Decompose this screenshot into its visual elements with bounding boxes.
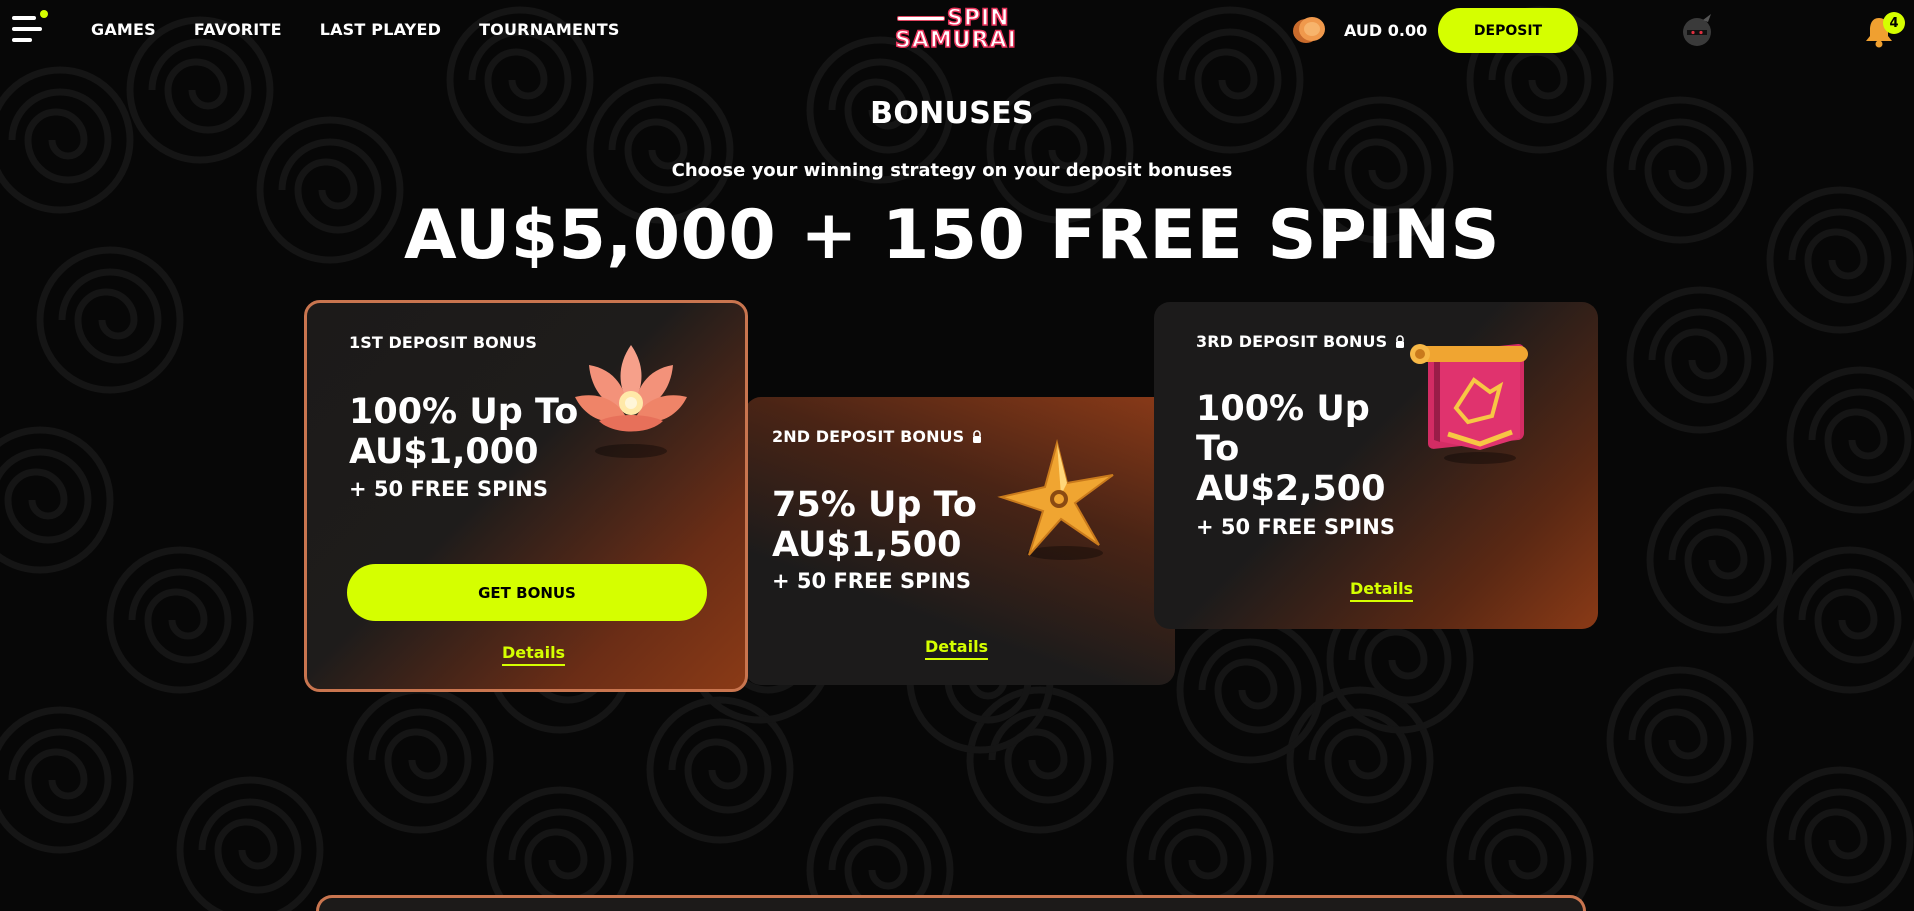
card-label: 1ST DEPOSIT BONUS — [349, 333, 538, 352]
lock-icon — [973, 430, 982, 443]
page-subtitle: Choose your winning strategy on your dep… — [671, 160, 1233, 181]
get-bonus-button[interactable]: GET BONUS — [347, 564, 707, 621]
top-header: GAMES FAVORITE LAST PLAYED TOURNAMENTS S… — [0, 0, 1914, 60]
avatar[interactable] — [1681, 12, 1715, 48]
card-offer: 75% Up To AU$1,500 — [772, 485, 977, 565]
deposit-button[interactable]: DEPOSIT — [1438, 8, 1578, 53]
details-link[interactable]: Details — [1350, 579, 1414, 602]
nav-games[interactable]: GAMES — [91, 20, 156, 39]
nav-favorite[interactable]: FAVORITE — [194, 20, 282, 39]
main-nav: GAMES FAVORITE LAST PLAYED TOURNAMENTS — [91, 20, 620, 39]
balance-amount: AUD 0.00 — [1344, 21, 1428, 40]
nav-tournaments[interactable]: TOURNAMENTS — [479, 20, 619, 39]
card-spins: + 50 FREE SPINS — [772, 569, 971, 593]
bonus-card-2: 2ND DEPOSIT BONUS 75% Up To AU$1,500 + 5… — [745, 397, 1175, 685]
details-link[interactable]: Details — [502, 643, 566, 666]
logo-text-top: SPIN — [946, 6, 1010, 31]
page-title: BONUSES — [870, 96, 1034, 131]
bonus-headline: AU$5,000 + 150 FREE SPINS — [404, 196, 1500, 275]
bonus-card-1: 1ST DEPOSIT BONUS 100% Up To AU$1,000 + … — [304, 300, 748, 692]
card-label: 2ND DEPOSIT BONUS — [772, 427, 982, 446]
next-section-card — [316, 895, 1586, 911]
card-label: 3RD DEPOSIT BONUS — [1196, 332, 1405, 351]
sword-icon — [897, 16, 945, 21]
details-link[interactable]: Details — [925, 637, 989, 660]
nav-last-played[interactable]: LAST PLAYED — [320, 20, 441, 39]
card-spins: + 50 FREE SPINS — [1196, 515, 1395, 539]
bonus-card-3: 3RD DEPOSIT BONUS 100% Up To AU$2,500 + … — [1154, 302, 1598, 629]
lotus-icon — [575, 345, 687, 458]
card-offer: 100% Up To AU$2,500 — [1196, 389, 1386, 509]
coins-icon — [1293, 17, 1325, 43]
banner-icon — [1410, 343, 1528, 464]
card-offer: 100% Up To AU$1,000 — [349, 392, 579, 472]
notification-badge: 4 — [1883, 12, 1905, 34]
logo-text-bottom: SAMURAI — [894, 28, 1017, 53]
shuriken-icon — [997, 439, 1114, 560]
card-spins: + 50 FREE SPINS — [349, 477, 548, 501]
menu-icon[interactable] — [12, 8, 48, 48]
spin-samurai-logo[interactable]: SPIN SAMURAI — [893, 6, 1016, 54]
